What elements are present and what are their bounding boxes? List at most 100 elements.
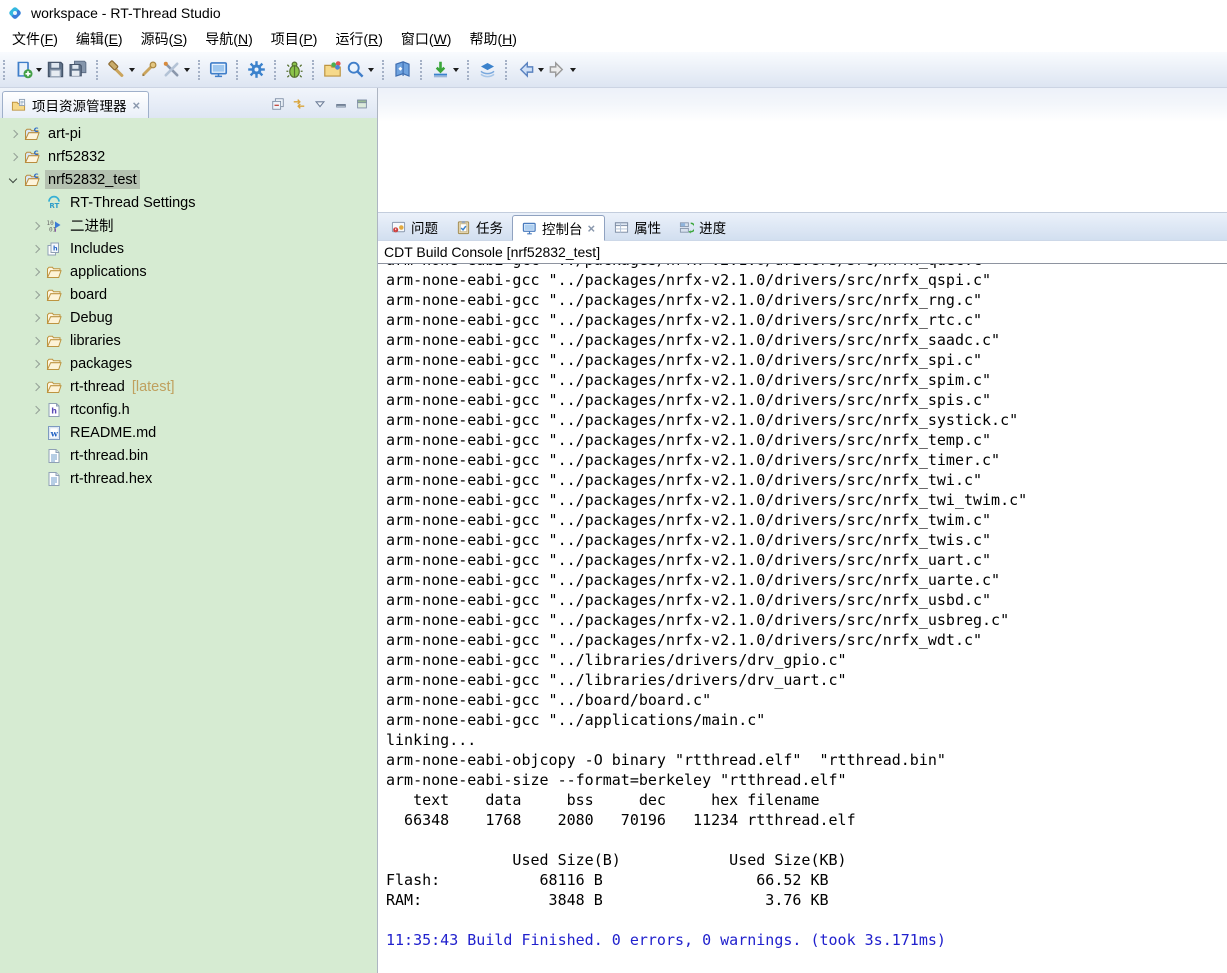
- dropdown-arrow-icon[interactable]: [129, 68, 135, 72]
- tree-item-rt-thread.bin[interactable]: rt-thread.bin: [0, 444, 377, 467]
- view-menu-button[interactable]: [313, 97, 327, 111]
- tree-item-packages[interactable]: packages: [0, 352, 377, 375]
- dropdown-arrow-icon[interactable]: [36, 68, 42, 72]
- terminal-button[interactable]: [207, 57, 230, 82]
- download-button[interactable]: [429, 57, 461, 82]
- tab-problems[interactable]: 问题: [382, 214, 447, 240]
- tree-item-Debug[interactable]: Debug: [0, 306, 377, 329]
- menu-navigate[interactable]: 导航(N): [196, 26, 261, 52]
- console-line: arm-none-eabi-gcc "../packages/nrfx-v2.1…: [386, 270, 1227, 290]
- expand-arrow-icon[interactable]: [29, 382, 46, 392]
- h-file-icon: h: [46, 402, 63, 418]
- back-icon: [516, 60, 535, 79]
- save-icon: [46, 60, 65, 79]
- menu-run[interactable]: 运行(R): [326, 26, 391, 52]
- svg-text:C: C: [34, 172, 39, 180]
- menu-project[interactable]: 项目(P): [262, 26, 327, 52]
- dropdown-arrow-icon[interactable]: [184, 68, 190, 72]
- expand-arrow-icon[interactable]: [29, 221, 46, 231]
- back-button[interactable]: [514, 57, 546, 82]
- tab-project-explorer[interactable]: 项目资源管理器 ×: [2, 91, 149, 118]
- dropdown-arrow-icon[interactable]: [368, 68, 374, 72]
- expand-arrow-icon[interactable]: [29, 290, 46, 300]
- expand-arrow-icon[interactable]: [29, 405, 46, 415]
- tree-item-libraries[interactable]: libraries: [0, 329, 377, 352]
- collapse-all-button[interactable]: [271, 97, 285, 111]
- menu-edit[interactable]: 编辑(E): [67, 26, 132, 52]
- external-tools-button[interactable]: [160, 57, 192, 82]
- folder-icon: [46, 333, 63, 349]
- tree-item-label: rt-thread.bin: [67, 446, 151, 465]
- maximize-button[interactable]: [355, 97, 369, 111]
- menu-source[interactable]: 源码(S): [132, 26, 197, 52]
- project-tree[interactable]: Cart-piCnrf52832Cnrf52832_testRTRT-Threa…: [0, 118, 377, 973]
- build-icon: [107, 60, 126, 79]
- console-line: arm-none-eabi-gcc "../packages/nrfx-v2.1…: [386, 630, 1227, 650]
- folder-icon: [46, 287, 63, 303]
- forward-button[interactable]: [546, 57, 578, 82]
- console-tabbar: 问题任务控制台×属性进度: [378, 213, 1227, 241]
- tab-console-view[interactable]: 控制台×: [512, 215, 605, 241]
- save-all-button[interactable]: [67, 57, 90, 82]
- save-button[interactable]: [44, 57, 67, 82]
- tree-item-board[interactable]: board: [0, 283, 377, 306]
- tab-tasks[interactable]: 任务: [447, 214, 512, 240]
- expand-arrow-icon[interactable]: [7, 129, 24, 139]
- menu-help[interactable]: 帮助(H): [460, 26, 525, 52]
- tree-item-nrf52832[interactable]: Cnrf52832: [0, 145, 377, 168]
- tree-item-label: rtconfig.h: [67, 400, 133, 419]
- tree-item-art-pi[interactable]: Cart-pi: [0, 122, 377, 145]
- link-editor-button[interactable]: [292, 97, 306, 111]
- close-icon[interactable]: ×: [133, 99, 141, 112]
- tree-item-nrf52832_test[interactable]: Cnrf52832_test: [0, 168, 377, 191]
- console-line: arm-none-eabi-gcc "../libraries/drivers/…: [386, 670, 1227, 690]
- help-book-button[interactable]: [391, 57, 414, 82]
- tasks-icon: [456, 220, 471, 235]
- tab-progress[interactable]: 进度: [670, 214, 735, 240]
- tree-item-rtconfig.h[interactable]: h rtconfig.h: [0, 398, 377, 421]
- debug-button[interactable]: [283, 57, 306, 82]
- expand-arrow-icon[interactable]: [29, 313, 46, 323]
- expand-arrow-icon[interactable]: [29, 336, 46, 346]
- search-button[interactable]: [344, 57, 376, 82]
- preferences-button[interactable]: [245, 57, 268, 82]
- dropdown-arrow-icon[interactable]: [538, 68, 544, 72]
- expand-arrow-icon[interactable]: [29, 267, 46, 277]
- console-output[interactable]: arm-none-eabi-gcc "../packages/nrfx-v2.1…: [378, 264, 1227, 973]
- tree-item-label: art-pi: [45, 124, 84, 143]
- help-book-icon: [393, 60, 412, 79]
- close-icon[interactable]: ×: [588, 222, 596, 235]
- expand-arrow-icon[interactable]: [29, 244, 46, 254]
- dropdown-arrow-icon[interactable]: [453, 68, 459, 72]
- expand-arrow-icon[interactable]: [29, 359, 46, 369]
- tree-item-rt-thread[interactable]: rt-thread [latest]: [0, 375, 377, 398]
- window-title: workspace - RT-Thread Studio: [31, 5, 221, 21]
- forward-icon: [548, 60, 567, 79]
- build-project-button[interactable]: [137, 57, 160, 82]
- expand-arrow-icon[interactable]: [7, 152, 24, 162]
- tree-item-label: libraries: [67, 331, 124, 350]
- console-line: arm-none-eabi-gcc "../packages/nrfx-v2.1…: [386, 450, 1227, 470]
- tree-item-README.md[interactable]: wREADME.md: [0, 421, 377, 444]
- tab-properties[interactable]: 属性: [605, 214, 670, 240]
- new-wizard-button[interactable]: [12, 57, 44, 82]
- tree-item-applications[interactable]: applications: [0, 260, 377, 283]
- tree-item-rt-thread.hex[interactable]: rt-thread.hex: [0, 467, 377, 490]
- packages-button[interactable]: [321, 57, 344, 82]
- console-line: arm-none-eabi-gcc "../packages/nrfx-v2.1…: [386, 410, 1227, 430]
- tree-item-Includes[interactable]: hIncludes: [0, 237, 377, 260]
- sdk-manager-button[interactable]: [476, 57, 499, 82]
- menu-file[interactable]: 文件(F): [3, 26, 67, 52]
- svg-text:h: h: [51, 406, 57, 415]
- tree-item-二进制[interactable]: 1001二进制: [0, 214, 377, 237]
- console-line: Flash: 68116 B 66.52 KB: [386, 870, 1227, 890]
- project-explorer-icon: [11, 98, 26, 113]
- minimize-button[interactable]: [334, 97, 348, 111]
- collapse-arrow-icon[interactable]: [7, 175, 24, 185]
- console-line: arm-none-eabi-gcc "../packages/nrfx-v2.1…: [386, 310, 1227, 330]
- toolbar-group: [418, 57, 465, 82]
- tree-item-RT-Thread Settings[interactable]: RTRT-Thread Settings: [0, 191, 377, 214]
- dropdown-arrow-icon[interactable]: [570, 68, 576, 72]
- build-button[interactable]: [105, 57, 137, 82]
- menu-window[interactable]: 窗口(W): [392, 26, 461, 52]
